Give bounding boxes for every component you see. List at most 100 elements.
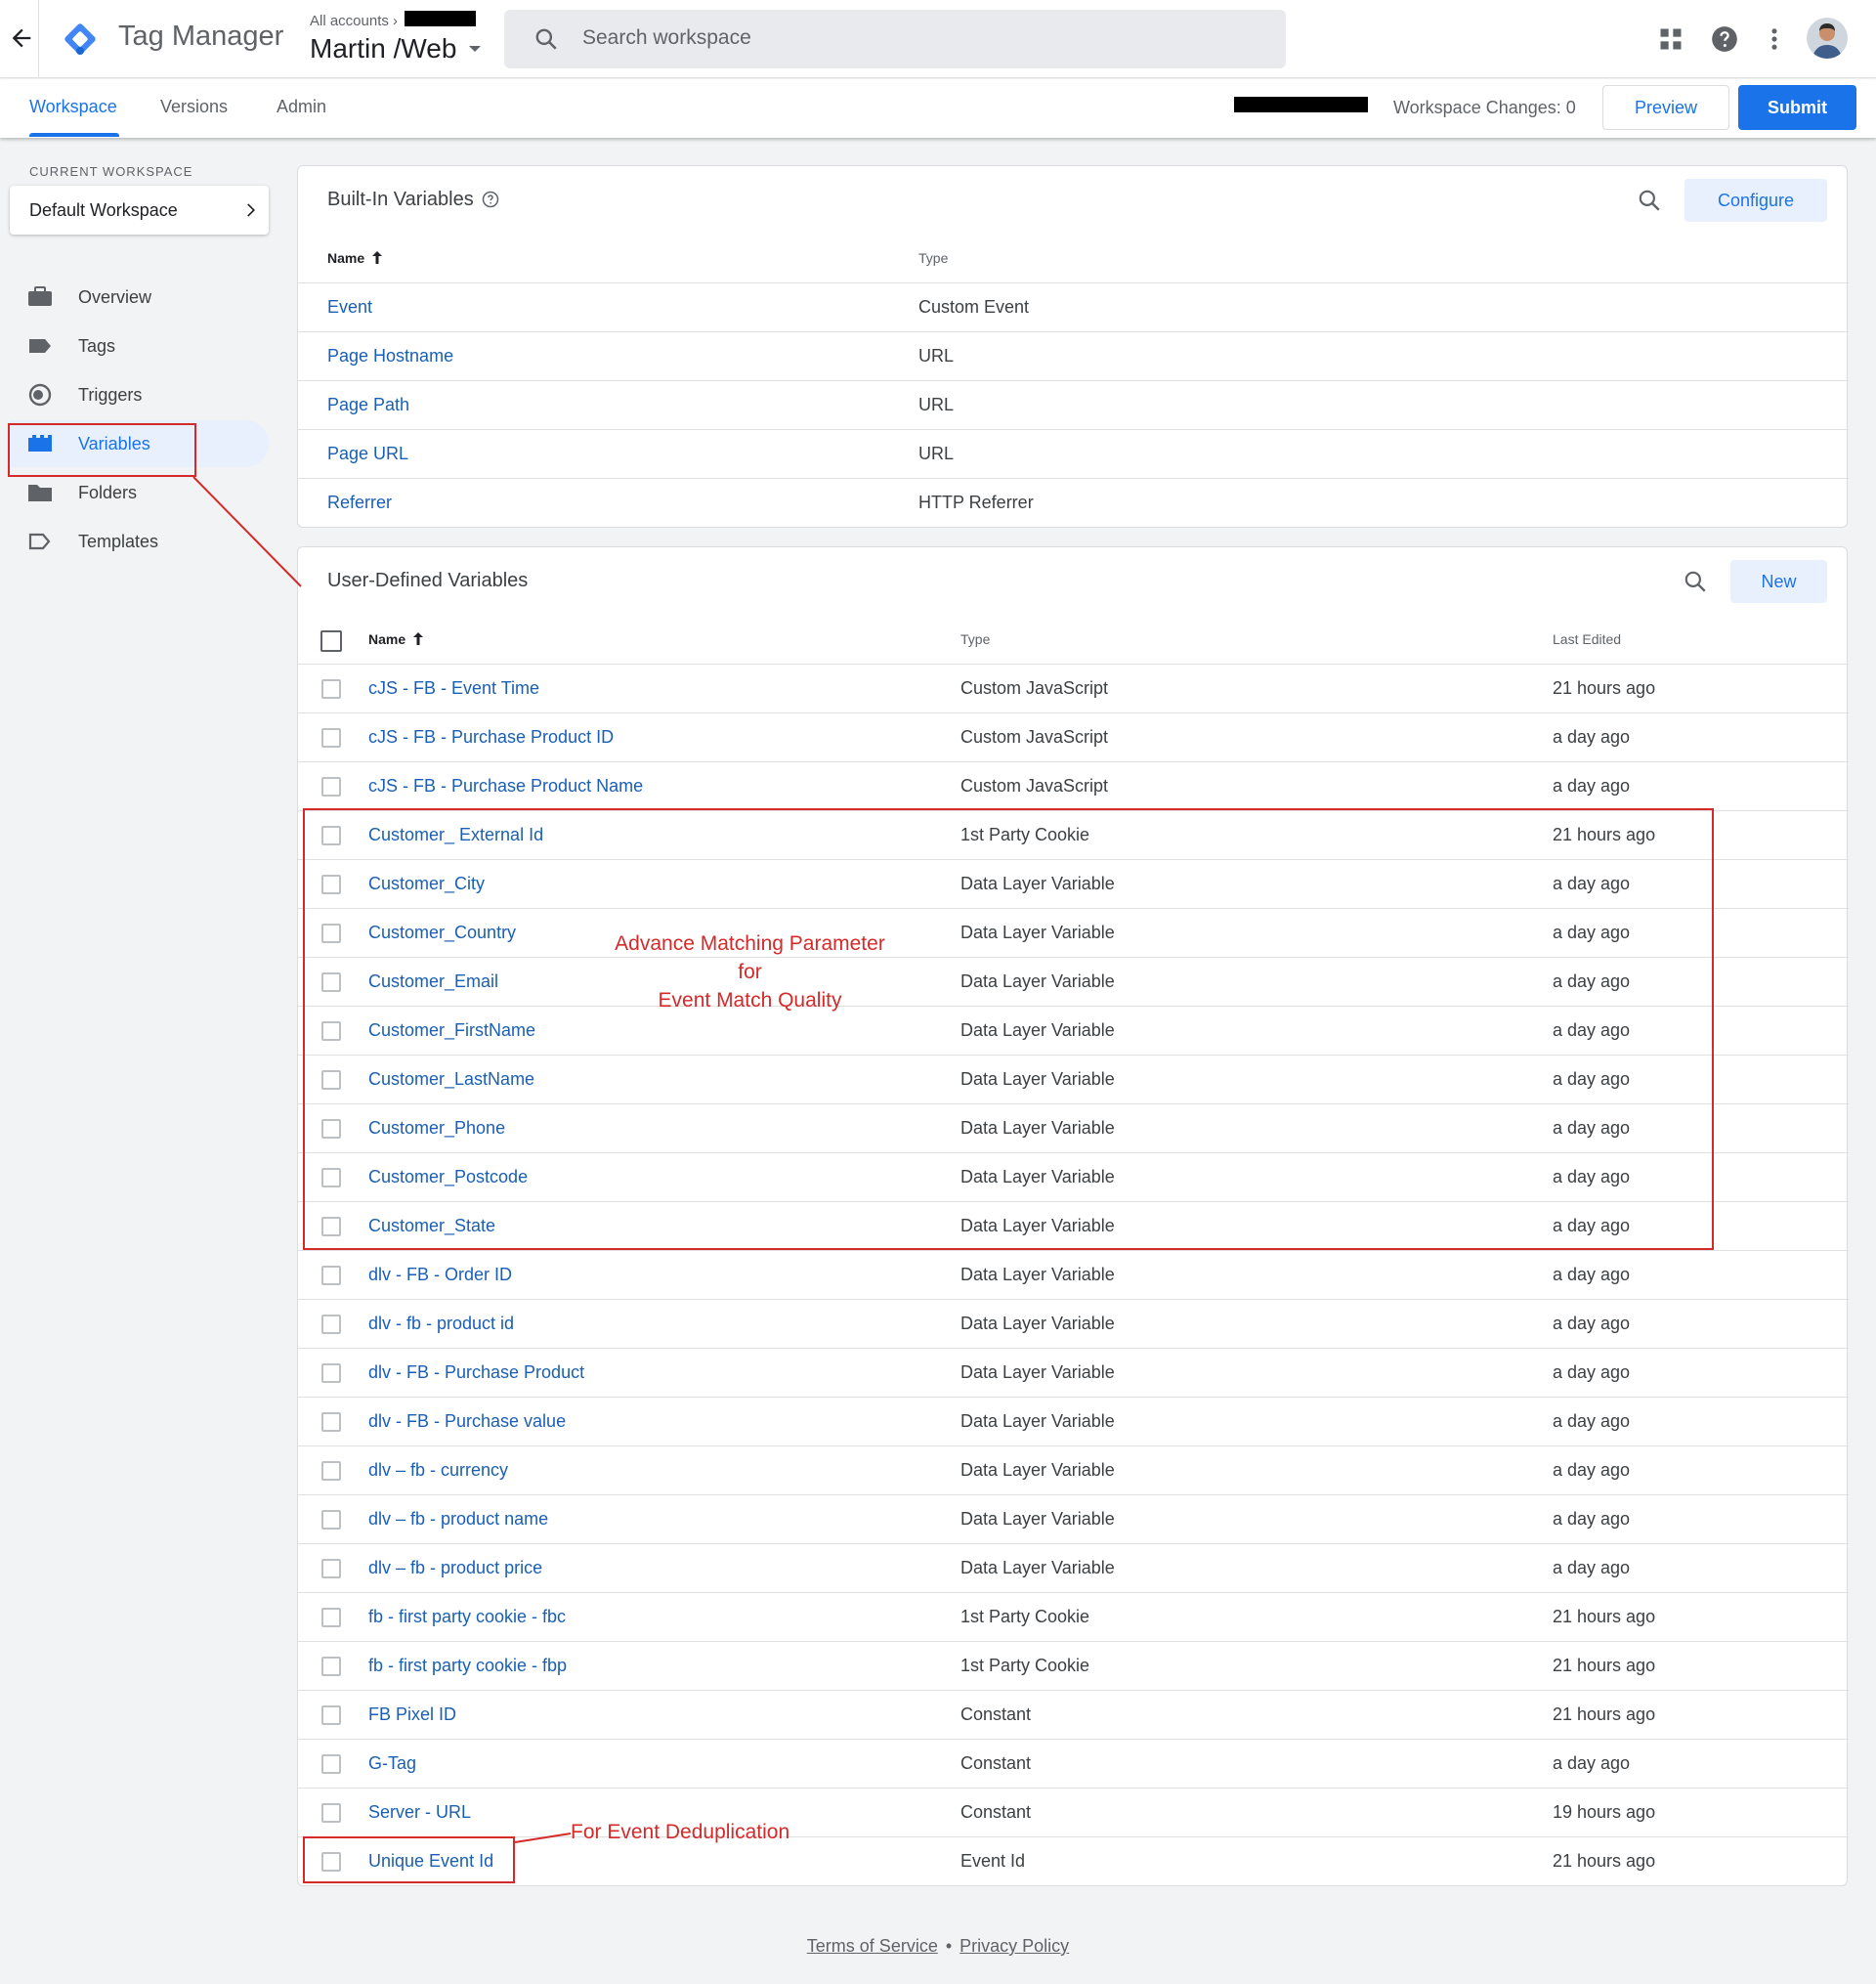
- sidebar-item-templates[interactable]: Templates: [10, 518, 269, 565]
- preview-button[interactable]: Preview: [1602, 85, 1729, 130]
- variable-name-link[interactable]: dlv - FB - Purchase value: [368, 1411, 566, 1432]
- row-checkbox[interactable]: [321, 1559, 341, 1578]
- more-vert-icon[interactable]: [1761, 25, 1788, 53]
- variable-type: URL: [918, 395, 955, 414]
- row-checkbox[interactable]: [321, 1510, 341, 1530]
- row-checkbox[interactable]: [321, 1608, 341, 1627]
- apps-grid-icon[interactable]: [1657, 25, 1684, 53]
- row-checkbox[interactable]: [321, 1266, 341, 1285]
- last-edited: a day ago: [1553, 1314, 1631, 1333]
- table-row[interactable]: Page URL URL: [298, 429, 1849, 478]
- container-name[interactable]: Martin /Web: [310, 33, 456, 65]
- variable-type: URL: [918, 346, 955, 366]
- tag-manager-logo-icon[interactable]: [61, 20, 100, 59]
- column-header-type[interactable]: Type: [960, 631, 990, 647]
- workspace-selector[interactable]: Default Workspace: [10, 186, 269, 235]
- terms-of-service-link[interactable]: Terms of Service: [807, 1936, 938, 1956]
- variable-name-link[interactable]: G-Tag: [368, 1753, 416, 1774]
- table-row[interactable]: Page Hostname URL: [298, 331, 1849, 380]
- table-row[interactable]: fb - first party cookie - fbc 1st Party C…: [298, 1592, 1849, 1641]
- table-row[interactable]: dlv - fb - product id Data Layer Variable…: [298, 1299, 1849, 1348]
- all-accounts-link[interactable]: All accounts: [310, 13, 389, 29]
- variable-name-link[interactable]: FB Pixel ID: [368, 1704, 456, 1725]
- column-header-name[interactable]: Name: [368, 631, 425, 647]
- table-row[interactable]: G-Tag Constant a day ago: [298, 1739, 1849, 1788]
- row-checkbox[interactable]: [321, 1315, 341, 1334]
- sidebar-item-overview[interactable]: Overview: [10, 274, 269, 321]
- annotation-line: for: [738, 961, 762, 983]
- row-checkbox[interactable]: [321, 1705, 341, 1725]
- row-checkbox[interactable]: [321, 1754, 341, 1774]
- variable-name-link[interactable]: dlv – fb - product price: [368, 1558, 542, 1578]
- variable-name-link[interactable]: fb - first party cookie - fbc: [368, 1607, 566, 1627]
- table-row[interactable]: dlv – fb - product name Data Layer Variab…: [298, 1494, 1849, 1543]
- table-row[interactable]: cJS - FB - Event Time Custom JavaScript 21…: [298, 664, 1849, 712]
- table-row[interactable]: Unique Event Id Event Id 21 hours ago: [298, 1836, 1849, 1885]
- variable-name-link[interactable]: fb - first party cookie - fbp: [368, 1656, 567, 1676]
- row-checkbox[interactable]: [321, 1657, 341, 1676]
- row-checkbox[interactable]: [321, 679, 341, 699]
- search-icon[interactable]: [1683, 569, 1708, 594]
- tab-workspace[interactable]: Workspace: [29, 97, 117, 117]
- last-edited: a day ago: [1553, 1509, 1631, 1529]
- row-checkbox[interactable]: [321, 1363, 341, 1383]
- column-header-last-edited[interactable]: Last Edited: [1553, 631, 1621, 647]
- row-checkbox[interactable]: [321, 1803, 341, 1823]
- sidebar-item-triggers[interactable]: Triggers: [10, 371, 269, 418]
- last-edited: 21 hours ago: [1553, 678, 1656, 698]
- variable-name-link[interactable]: Page Path: [327, 395, 409, 415]
- table-row[interactable]: FB Pixel ID Constant 21 hours ago: [298, 1690, 1849, 1739]
- variable-name-link[interactable]: Page URL: [327, 444, 408, 464]
- help-icon[interactable]: [1711, 25, 1738, 53]
- configure-button[interactable]: Configure: [1684, 179, 1827, 222]
- row-checkbox[interactable]: [321, 728, 341, 748]
- table-row[interactable]: cJS - FB - Purchase Product ID Custom Jav…: [298, 712, 1849, 761]
- back-arrow-icon[interactable]: [8, 24, 35, 52]
- variable-name-link[interactable]: dlv – fb - currency: [368, 1460, 508, 1481]
- variable-name-link[interactable]: cJS - FB - Purchase Product Name: [368, 776, 643, 797]
- table-row[interactable]: Server - URL Constant 19 hours ago: [298, 1788, 1849, 1836]
- variable-name-link[interactable]: dlv - FB - Purchase Product: [368, 1362, 584, 1383]
- variable-name-link[interactable]: dlv - FB - Order ID: [368, 1265, 512, 1285]
- search-workspace-field[interactable]: Search workspace: [504, 10, 1286, 68]
- last-edited: a day ago: [1553, 727, 1631, 747]
- new-variable-button[interactable]: New: [1730, 560, 1827, 603]
- account-breadcrumb[interactable]: All accounts ›: [310, 13, 398, 29]
- help-outline-icon[interactable]: [482, 191, 499, 208]
- variable-name-link[interactable]: Page Hostname: [327, 346, 453, 367]
- variable-name-link[interactable]: Event: [327, 297, 372, 318]
- table-row[interactable]: dlv - FB - Purchase Product Data Layer Va…: [298, 1348, 1849, 1397]
- variable-name-link[interactable]: cJS - FB - Purchase Product ID: [368, 727, 614, 748]
- container-dropdown-caret-icon[interactable]: [469, 46, 481, 52]
- table-row[interactable]: fb - first party cookie - fbp 1st Party C…: [298, 1641, 1849, 1690]
- table-row[interactable]: dlv – fb - currency Data Layer Variable a …: [298, 1445, 1849, 1494]
- column-header-type[interactable]: Type: [918, 250, 948, 266]
- select-all-checkbox[interactable]: [320, 630, 342, 652]
- variable-type: Data Layer Variable: [960, 1558, 1115, 1577]
- variable-name-link[interactable]: dlv – fb - product name: [368, 1509, 548, 1530]
- submit-button[interactable]: Submit: [1738, 85, 1856, 130]
- table-row[interactable]: dlv - FB - Order ID Data Layer Variable a …: [298, 1250, 1849, 1299]
- table-row[interactable]: Event Custom Event: [298, 282, 1849, 331]
- privacy-policy-link[interactable]: Privacy Policy: [959, 1936, 1069, 1956]
- tab-versions[interactable]: Versions: [160, 97, 228, 117]
- column-header-name[interactable]: Name: [327, 250, 384, 266]
- table-row[interactable]: dlv – fb - product price Data Layer Varia…: [298, 1543, 1849, 1592]
- sidebar-item-tags[interactable]: Tags: [10, 323, 269, 369]
- row-checkbox[interactable]: [321, 1412, 341, 1432]
- workspace-name: Default Workspace: [29, 200, 178, 220]
- search-icon[interactable]: [1637, 188, 1662, 213]
- variable-name-link[interactable]: Server - URL: [368, 1802, 471, 1823]
- user-avatar[interactable]: [1807, 18, 1848, 59]
- table-row[interactable]: Referrer HTTP Referrer: [298, 478, 1849, 527]
- row-checkbox[interactable]: [321, 1461, 341, 1481]
- table-row[interactable]: Page Path URL: [298, 380, 1849, 429]
- sidebar-item-label: Tags: [78, 336, 116, 356]
- table-row[interactable]: cJS - FB - Purchase Product Name Custom J…: [298, 761, 1849, 810]
- row-checkbox[interactable]: [321, 777, 341, 797]
- tab-admin[interactable]: Admin: [277, 97, 326, 117]
- table-row[interactable]: dlv - FB - Purchase value Data Layer Vari…: [298, 1397, 1849, 1445]
- variable-name-link[interactable]: cJS - FB - Event Time: [368, 678, 539, 699]
- variable-name-link[interactable]: Referrer: [327, 493, 392, 513]
- variable-name-link[interactable]: dlv - fb - product id: [368, 1314, 514, 1334]
